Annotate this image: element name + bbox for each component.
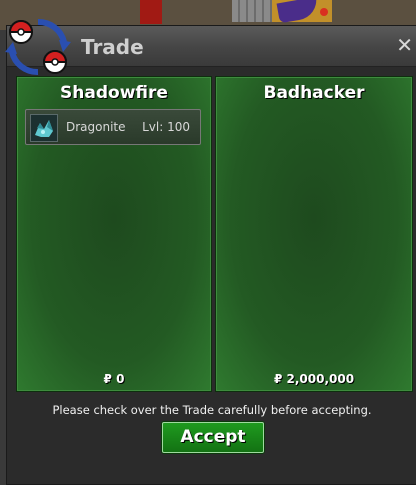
item-name: Dragonite	[66, 120, 126, 134]
trade-window: Trade ✕ Shadowfire Dragonite Lvl: 100 ₽ …	[5, 19, 416, 485]
backdrop-stone-tile	[232, 0, 272, 22]
backdrop-red-dot	[320, 8, 328, 16]
left-player-name: Shadowfire	[60, 83, 168, 103]
right-money: ₽ 2,000,000	[273, 372, 355, 386]
right-trade-panel: Badhacker ₽ 2,000,000	[215, 76, 413, 392]
trade-notice: Please check over the Trade carefully be…	[52, 403, 372, 417]
close-icon[interactable]: ✕	[396, 34, 413, 56]
backdrop-red-tile	[140, 0, 162, 24]
trade-item-slot[interactable]: Dragonite Lvl: 100	[25, 109, 201, 145]
left-trade-panel: Shadowfire Dragonite Lvl: 100 ₽ 0	[16, 76, 212, 392]
item-level: Lvl: 100	[142, 120, 190, 134]
window-title: Trade	[81, 35, 144, 59]
right-player-name: Badhacker	[263, 83, 365, 103]
left-money: ₽ 0	[103, 372, 125, 386]
pokeball-trade-icon	[5, 19, 71, 75]
dragonite-sprite-icon	[30, 114, 58, 142]
accept-button[interactable]: Accept	[162, 422, 264, 453]
